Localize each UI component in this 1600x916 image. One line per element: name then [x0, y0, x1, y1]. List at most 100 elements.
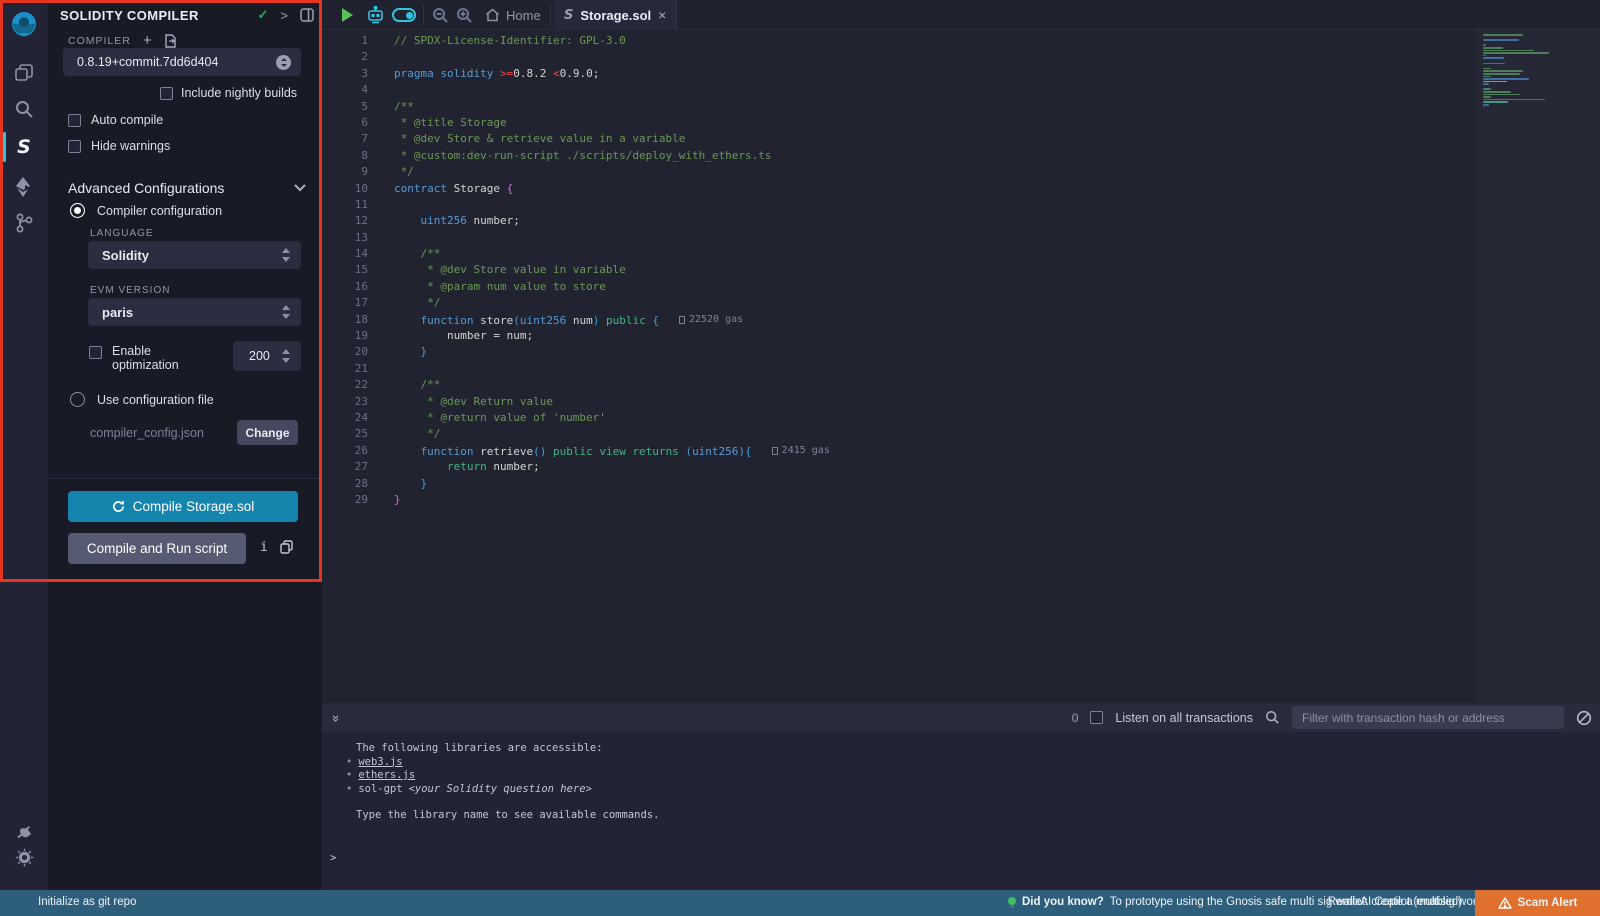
- zoom-out-button[interactable]: [432, 0, 449, 30]
- code-line[interactable]: 9 */: [322, 164, 1450, 180]
- compiler-version-value: 0.8.19+commit.7dd6d404: [77, 55, 276, 69]
- sidebar-item-file-explorer[interactable]: [0, 58, 48, 88]
- code-line[interactable]: 10contract Storage {: [322, 181, 1450, 197]
- compiler-config-radio[interactable]: [70, 203, 85, 218]
- sidebar-item-solidity-compiler[interactable]: S: [0, 132, 48, 162]
- compile-run-button[interactable]: Compile and Run script: [68, 533, 246, 564]
- refresh-icon: [112, 500, 125, 513]
- optimization-runs-input[interactable]: 200: [233, 341, 301, 371]
- code-line[interactable]: 19 number = num;: [322, 328, 1450, 344]
- terminal-header: » 0 Listen on all transactions: [322, 703, 1600, 732]
- git-branch-icon: [14, 212, 34, 234]
- listen-transactions-label: Listen on all transactions: [1115, 711, 1253, 725]
- compiler-version-select[interactable]: 0.8.19+commit.7dd6d404: [63, 48, 301, 76]
- nightly-builds-checkbox[interactable]: [160, 87, 173, 100]
- code-line[interactable]: 14 /**: [322, 246, 1450, 262]
- toolbar-divider: [550, 4, 551, 26]
- search-icon: [14, 99, 34, 119]
- scam-alert-button[interactable]: Scam Alert: [1475, 890, 1600, 916]
- terminal-library-item[interactable]: •web3.js: [346, 756, 659, 770]
- code-line[interactable]: 8 * @custom:dev-run-script ./scripts/dep…: [322, 148, 1450, 164]
- copilot-robot-button[interactable]: [366, 0, 385, 30]
- language-select[interactable]: Solidity: [88, 241, 301, 269]
- hide-warnings-checkbox[interactable]: [68, 140, 81, 153]
- code-line[interactable]: 18 function store(uint256 num) public {2…: [322, 312, 1450, 328]
- code-line[interactable]: 13: [322, 230, 1450, 246]
- code-line[interactable]: 15 * @dev Store value in variable: [322, 262, 1450, 278]
- expand-terminal-icon[interactable]: »: [329, 715, 344, 720]
- terminal[interactable]: The following libraries are accessible: …: [322, 732, 1600, 890]
- code-line[interactable]: 6 * @title Storage: [322, 115, 1450, 131]
- code-line[interactable]: 12 uint256 number;: [322, 213, 1450, 229]
- solidity-compiler-icon: S: [17, 136, 31, 158]
- code-line[interactable]: 21: [322, 361, 1450, 377]
- code-line[interactable]: 25 */: [322, 426, 1450, 442]
- sidebar-item-git[interactable]: [0, 208, 48, 238]
- chevron-down-icon[interactable]: [294, 184, 306, 192]
- compile-button-label: Compile Storage.sol: [133, 499, 255, 514]
- optimization-runs-value: 200: [249, 349, 282, 363]
- select-carets-icon: [282, 348, 291, 364]
- language-value: Solidity: [102, 248, 282, 263]
- transaction-filter-input[interactable]: [1292, 706, 1564, 729]
- minimap[interactable]: [1483, 34, 1549, 109]
- code-line[interactable]: 28 }: [322, 476, 1450, 492]
- clear-console-icon[interactable]: [1576, 710, 1592, 726]
- sidebar-item-deploy-run[interactable]: [0, 172, 48, 202]
- chevron-right-icon[interactable]: >: [280, 8, 288, 23]
- evm-version-select[interactable]: paris: [88, 298, 301, 326]
- change-config-button[interactable]: Change: [237, 420, 298, 445]
- split-view-icon[interactable]: [300, 8, 314, 22]
- code-line[interactable]: 26 function retrieve() public view retur…: [322, 443, 1450, 459]
- search-icon[interactable]: [1265, 710, 1280, 725]
- code-line[interactable]: 17 */: [322, 295, 1450, 311]
- gas-icon: [772, 447, 778, 455]
- run-script-button[interactable]: [342, 0, 353, 30]
- listen-transactions-checkbox[interactable]: [1090, 711, 1103, 724]
- select-carets-icon: [282, 247, 291, 263]
- auto-compile-checkbox[interactable]: [68, 114, 81, 127]
- stepper-icon: [276, 55, 291, 70]
- code-line[interactable]: 20 }: [322, 344, 1450, 360]
- zoom-in-button[interactable]: [456, 0, 473, 30]
- lightbulb-icon: [1008, 897, 1016, 908]
- remix-logo[interactable]: [0, 8, 48, 42]
- tab-label: Storage.sol: [580, 8, 651, 23]
- code-line[interactable]: 1// SPDX-License-Identifier: GPL-3.0: [322, 33, 1450, 49]
- code-line[interactable]: 27 return number;: [322, 459, 1450, 475]
- terminal-intro: The following libraries are accessible:: [356, 742, 659, 756]
- code-line[interactable]: 23 * @dev Return value: [322, 394, 1450, 410]
- use-config-file-radio[interactable]: [70, 392, 85, 407]
- copilot-toggle[interactable]: [392, 0, 416, 30]
- code-line[interactable]: 3pragma solidity >=0.8.2 <0.9.0;: [322, 66, 1450, 82]
- solidity-compiler-panel: SOLIDITY COMPILER ✓ > COMPILER + 0.8.19+…: [48, 0, 322, 890]
- code-line[interactable]: 11: [322, 197, 1450, 213]
- terminal-library-item: •sol-gpt <your Solidity question here>: [346, 783, 659, 797]
- close-tab-icon[interactable]: ×: [658, 8, 666, 22]
- sidebar-item-search[interactable]: [0, 94, 48, 124]
- add-compiler-icon[interactable]: +: [143, 33, 152, 48]
- tab-home[interactable]: Home: [485, 0, 541, 30]
- terminal-library-item[interactable]: •ethers.js: [346, 769, 659, 783]
- code-line[interactable]: 2: [322, 49, 1450, 65]
- terminal-prompt[interactable]: >: [330, 852, 336, 864]
- code-line[interactable]: 4: [322, 82, 1450, 98]
- copilot-status[interactable]: RemixAI Copilot (enabled): [1328, 896, 1462, 908]
- warning-icon: [1498, 897, 1512, 909]
- sidebar-item-settings[interactable]: [0, 842, 48, 872]
- copy-icon[interactable]: [280, 540, 293, 554]
- code-line[interactable]: 24 * @return value of 'number': [322, 410, 1450, 426]
- git-init-status[interactable]: Initialize as git repo: [38, 896, 136, 908]
- code-line[interactable]: 16 * @param num value to store: [322, 279, 1450, 295]
- select-carets-icon: [282, 304, 291, 320]
- code-line[interactable]: 7 * @dev Store & retrieve value in a var…: [322, 131, 1450, 147]
- code-line[interactable]: 29}: [322, 492, 1450, 508]
- code-line[interactable]: 5/**: [322, 99, 1450, 115]
- enable-optimization-checkbox[interactable]: [89, 346, 102, 359]
- compile-button[interactable]: Compile Storage.sol: [68, 491, 298, 522]
- tab-storage-sol[interactable]: S Storage.sol ×: [554, 0, 677, 30]
- open-file-icon[interactable]: [164, 34, 177, 48]
- info-icon[interactable]: i: [260, 540, 268, 555]
- code-editor[interactable]: 1// SPDX-License-Identifier: GPL-3.023pr…: [322, 30, 1600, 703]
- code-line[interactable]: 22 /**: [322, 377, 1450, 393]
